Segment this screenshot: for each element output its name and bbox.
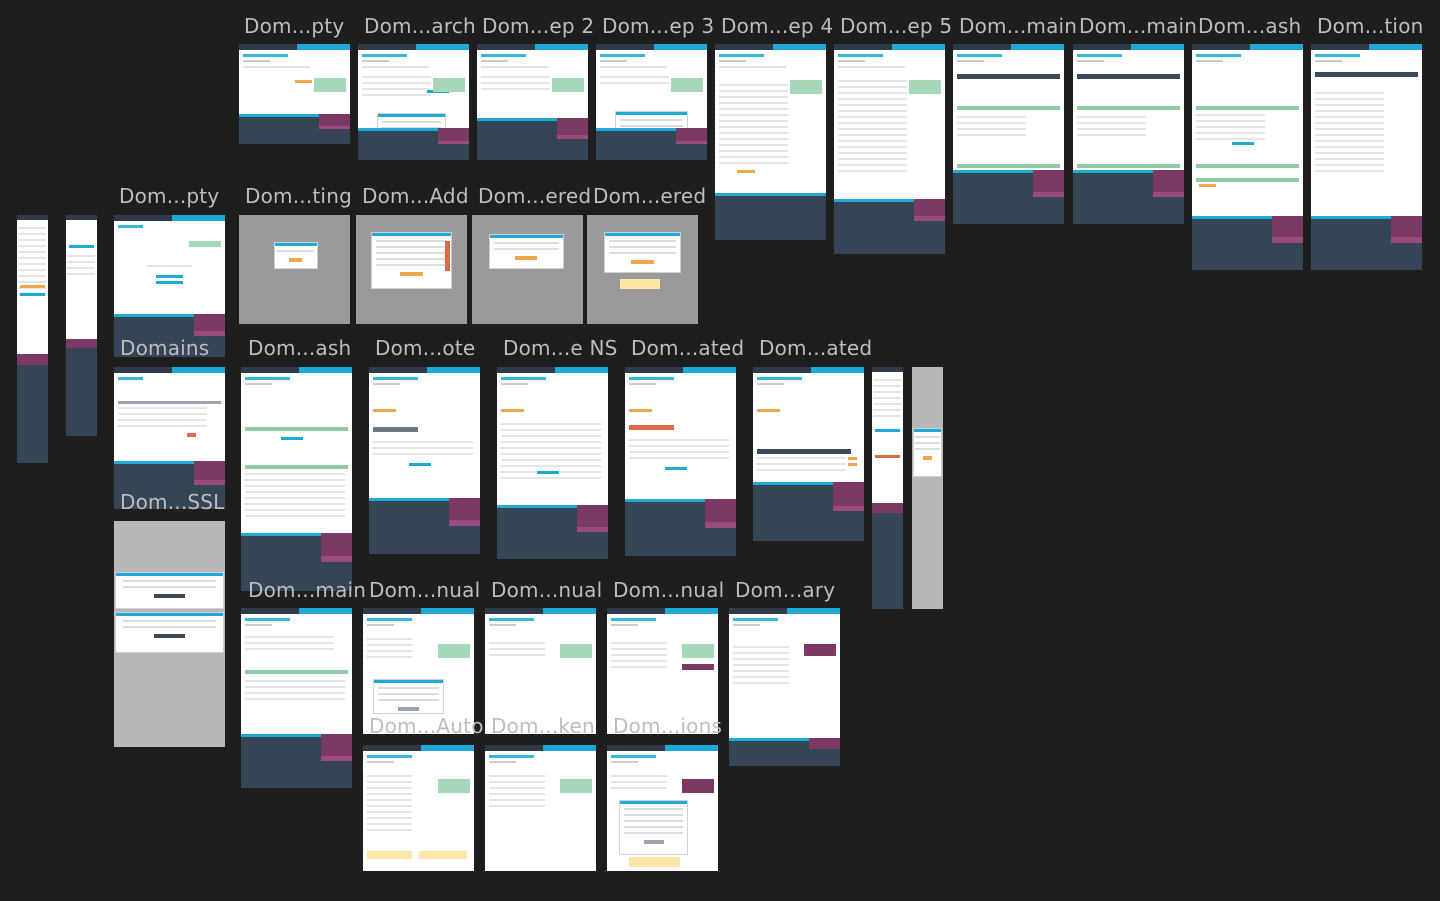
frame-label-registration[interactable]: Dom...tion xyxy=(1317,14,1424,38)
frame-label-auto[interactable]: Dom...Auto xyxy=(369,714,484,738)
frame-thumbnail[interactable] xyxy=(477,44,588,160)
frame-thumbnail[interactable] xyxy=(953,44,1064,224)
frame-thumbnail[interactable] xyxy=(114,367,225,509)
frame-label-registered-2[interactable]: Dom...ered xyxy=(593,184,706,208)
frame-thumbnail[interactable] xyxy=(753,367,864,541)
frame-thumbnail[interactable] xyxy=(1311,44,1422,270)
frame-label-step-5[interactable]: Dom...ep 5 xyxy=(840,14,952,38)
frame-thumbnail[interactable] xyxy=(625,367,736,556)
frame-error-badge xyxy=(444,241,451,271)
frame-thumbnail-overlay[interactable] xyxy=(356,215,467,324)
frame-label-domain-search[interactable]: Dom...arch xyxy=(364,14,476,38)
frame-label-manual-3[interactable]: Dom...nual xyxy=(613,578,724,602)
frame-tabs xyxy=(243,66,311,68)
frame-label-domains-empty-2[interactable]: Dom...pty xyxy=(119,184,219,208)
frame-label-options[interactable]: Dom...ions xyxy=(613,714,722,738)
frame-subtitle xyxy=(243,60,271,62)
frame-thumbnail[interactable] xyxy=(358,44,469,160)
frame-label-add[interactable]: Dom...Add xyxy=(362,184,469,208)
frame-label-step-2[interactable]: Dom...ep 2 xyxy=(482,14,594,38)
frame-label-change-ns[interactable]: Dom...e NS xyxy=(503,336,618,360)
frame-thumbnail-overlay[interactable] xyxy=(587,215,698,324)
frame-label-dash[interactable]: Dom...ash xyxy=(248,336,351,360)
frame-label-domains-empty[interactable]: Dom...pty xyxy=(244,14,344,38)
frame-label-existing[interactable]: Dom...ting xyxy=(245,184,352,208)
frame-label-remote[interactable]: Dom...ote xyxy=(375,336,475,360)
frame-nav xyxy=(296,44,350,50)
frame-thumbnail[interactable] xyxy=(239,44,350,144)
frame-thumbnail[interactable] xyxy=(596,44,707,160)
frame-footer xyxy=(239,114,350,144)
frame-label-manual-1[interactable]: Dom...nual xyxy=(369,578,480,602)
frame-thumbnail[interactable] xyxy=(1073,44,1184,224)
frame-label-step-4[interactable]: Dom...ep 4 xyxy=(721,14,833,38)
frame-thumbnail-overlay[interactable] xyxy=(239,215,350,324)
frame-label-manual-2[interactable]: Dom...nual xyxy=(491,578,602,602)
frame-thumbnail[interactable] xyxy=(834,44,945,254)
frame-thumbnail[interactable] xyxy=(497,367,608,559)
frame-label-token[interactable]: Dom...ken xyxy=(491,714,595,738)
frame-thumbnail[interactable] xyxy=(241,367,352,591)
frame-label-domain-1[interactable]: Dom...main xyxy=(959,14,1077,38)
frame-label-updated-2[interactable]: Dom...ated xyxy=(759,336,872,360)
frame-thumbnail[interactable] xyxy=(607,745,718,871)
frame-label-domains[interactable]: Domains xyxy=(120,336,209,360)
frame-label-dashboard[interactable]: Dom...ash xyxy=(1198,14,1301,38)
frame-title xyxy=(243,54,288,57)
frame-thumbnail[interactable] xyxy=(241,608,352,788)
frame-thumbnail-mobile-overlay[interactable] xyxy=(912,367,943,609)
frame-thumbnail[interactable] xyxy=(715,44,826,240)
frame-button xyxy=(294,80,313,83)
frame-sidebar xyxy=(314,78,346,92)
frame-thumbnail[interactable] xyxy=(485,745,596,871)
frame-thumbnail-mobile[interactable] xyxy=(66,215,97,436)
frame-thumbnail[interactable] xyxy=(729,608,840,766)
frame-label-ssl[interactable]: Dom...SSL xyxy=(120,490,225,514)
frame-label-step-3[interactable]: Dom...ep 3 xyxy=(602,14,714,38)
design-canvas[interactable]: { "canvas": { "background": "#1e1e1e", "… xyxy=(0,0,1440,901)
frame-thumbnail[interactable] xyxy=(1192,44,1303,270)
frame-thumbnail[interactable] xyxy=(369,367,480,554)
frame-label-domain-3[interactable]: Dom...main xyxy=(248,578,366,602)
frame-thumbnail-overlay[interactable] xyxy=(114,521,225,747)
frame-label-domain-2[interactable]: Dom...main xyxy=(1079,14,1197,38)
frame-label-summary[interactable]: Dom...ary xyxy=(735,578,835,602)
frame-label-updated-1[interactable]: Dom...ated xyxy=(631,336,744,360)
frame-thumbnail-mobile[interactable] xyxy=(872,367,903,609)
frame-thumbnail-overlay[interactable] xyxy=(472,215,583,324)
frame-thumbnail-mobile[interactable] xyxy=(17,215,48,463)
frame-label-registered-1[interactable]: Dom...ered xyxy=(478,184,591,208)
frame-thumbnail[interactable] xyxy=(363,745,474,871)
